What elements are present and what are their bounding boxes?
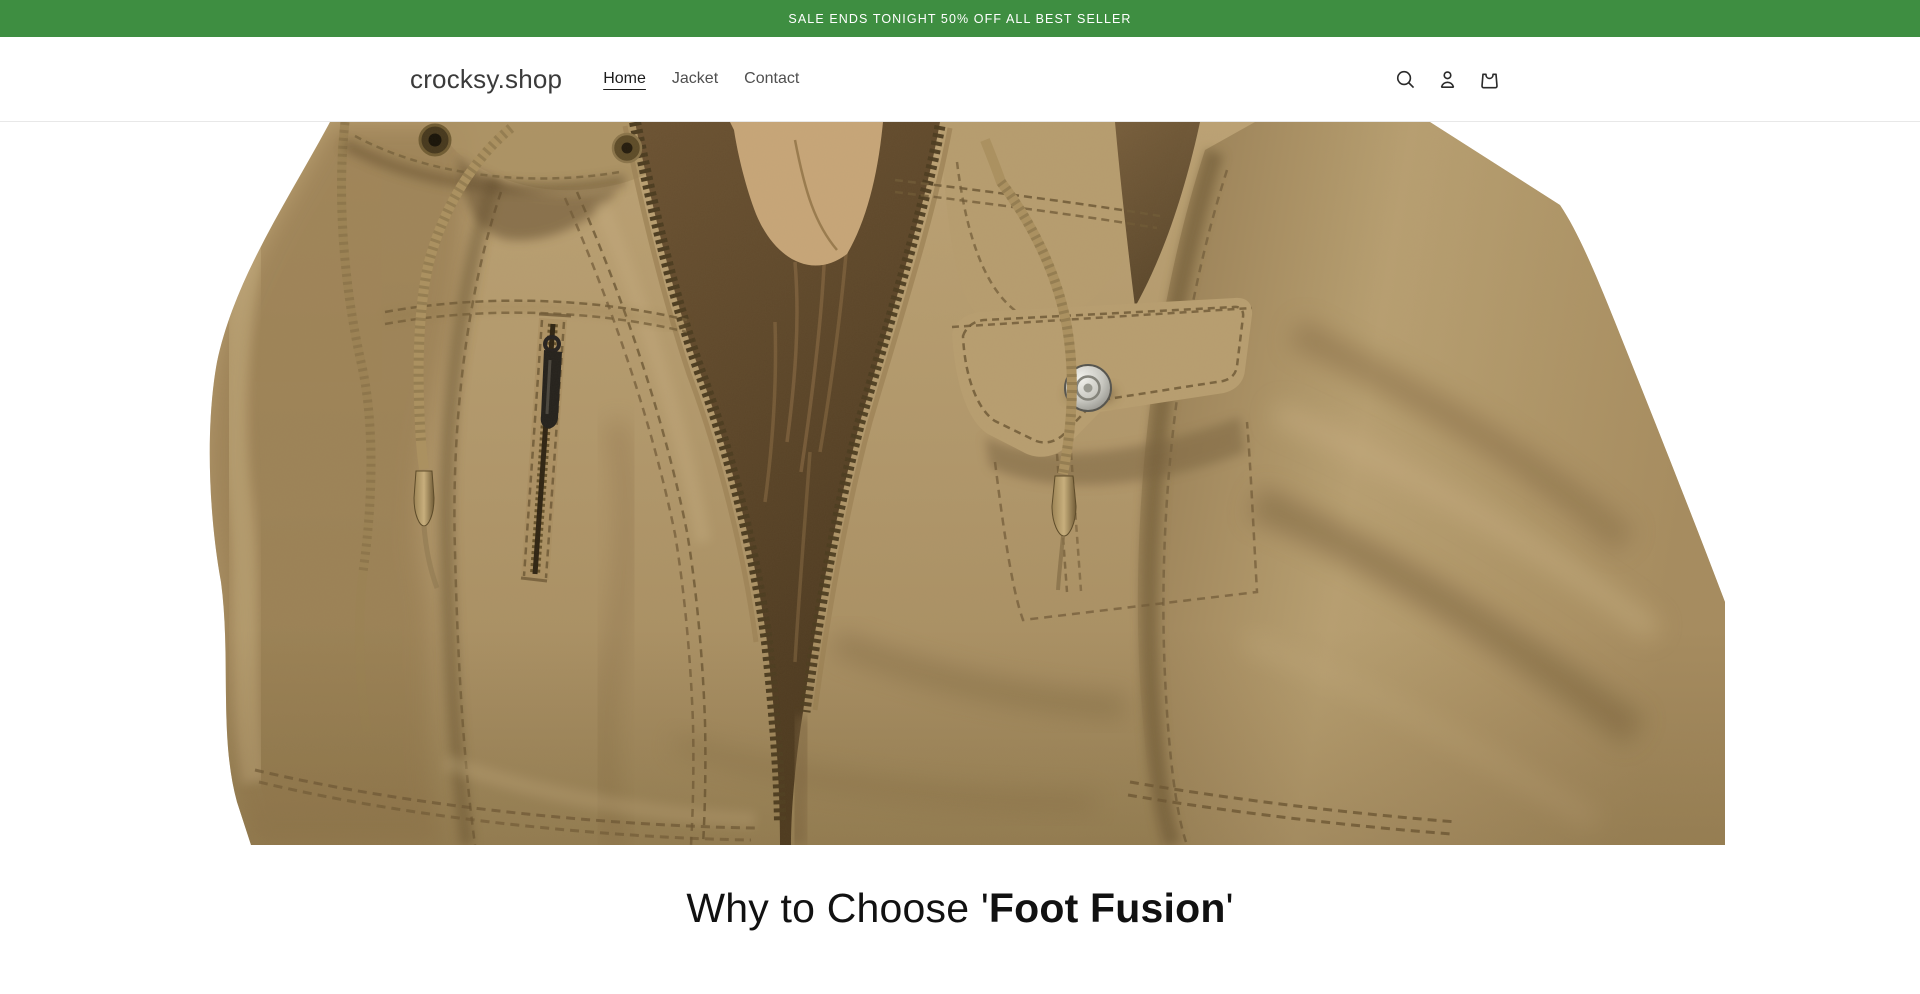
- search-icon: [1394, 68, 1417, 91]
- heading-emphasis: Foot Fusion: [989, 885, 1226, 931]
- nav-link-contact[interactable]: Contact: [731, 64, 812, 94]
- site-header: crocksy.shop Home Jacket Contact: [0, 37, 1920, 122]
- hero-banner: [195, 122, 1725, 845]
- hero-jacket-image: [195, 122, 1725, 845]
- nav-link-home[interactable]: Home: [590, 64, 659, 94]
- account-icon: [1436, 68, 1459, 91]
- why-section: Why to Choose 'Foot Fusion': [0, 845, 1920, 994]
- cart-icon: [1478, 68, 1501, 91]
- search-button[interactable]: [1384, 57, 1426, 101]
- main-nav: Home Jacket Contact: [590, 64, 812, 94]
- section-heading: Why to Choose 'Foot Fusion': [20, 883, 1900, 934]
- header-icons: [1384, 57, 1510, 101]
- announcement-text: SALE ENDS TONIGHT 50% OFF ALL BEST SELLE…: [788, 12, 1131, 26]
- heading-suffix: ': [1226, 885, 1234, 931]
- announcement-bar: SALE ENDS TONIGHT 50% OFF ALL BEST SELLE…: [0, 0, 1920, 37]
- store-logo[interactable]: crocksy.shop: [410, 64, 562, 95]
- account-button[interactable]: [1426, 57, 1468, 101]
- nav-link-jacket[interactable]: Jacket: [659, 64, 731, 94]
- heading-prefix: Why to Choose ': [686, 885, 989, 931]
- header-container: crocksy.shop Home Jacket Contact: [410, 37, 1510, 121]
- cart-button[interactable]: [1468, 57, 1510, 101]
